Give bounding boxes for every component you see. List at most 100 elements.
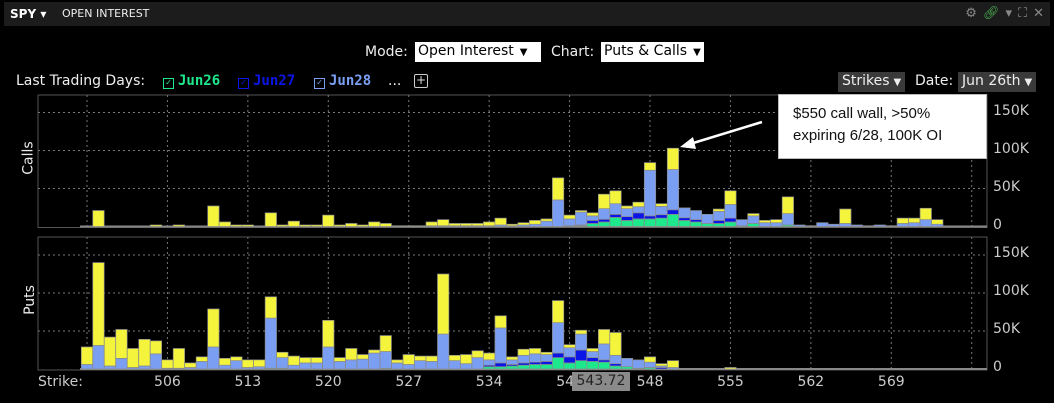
calls-bar-other-535 xyxy=(494,217,507,226)
calls-bar-other-555 xyxy=(724,190,737,205)
puts-bar-jun28-544 xyxy=(597,343,611,361)
puts-bar-other-501 xyxy=(103,336,117,367)
calls-bar-jun26-550 xyxy=(666,213,680,227)
calls-bar-jun26-547 xyxy=(632,218,645,227)
puts-bar-other-506 xyxy=(161,359,174,369)
puts-bar-jun28-538 xyxy=(529,353,542,363)
calls-bar-jun28-553 xyxy=(701,213,714,224)
puts-bar-other-531 xyxy=(448,354,461,361)
calls-bar-jun28-539 xyxy=(540,220,553,227)
puts-bar-jun27-539 xyxy=(540,361,553,365)
puts-bar-other-542 xyxy=(575,329,588,335)
puts-bar-jun28-519 xyxy=(310,362,323,370)
calls-bar-jun28-568 xyxy=(873,224,886,227)
puts-bar-jun28-536 xyxy=(506,359,519,365)
calls-bar-other-516 xyxy=(276,224,289,227)
puts-bar-jun27-541 xyxy=(563,356,576,364)
puts-bar-jun28-525 xyxy=(379,351,392,369)
calls-bar-other-529 xyxy=(425,221,438,227)
calls-bar-jun28-547 xyxy=(632,206,645,214)
puts-bar-other-520 xyxy=(322,320,335,348)
calls-bar-other-554 xyxy=(712,208,725,212)
calls-bar-other-557 xyxy=(747,213,760,217)
calls-bar-jun26-552 xyxy=(689,221,703,227)
puts-bar-jun28-516 xyxy=(276,357,289,369)
calls-bar-other-539 xyxy=(540,218,553,222)
calls-bar-jun28-544 xyxy=(597,208,611,220)
puts-bar-jun28-534 xyxy=(483,359,496,366)
strike-tick-label: 506 xyxy=(154,374,181,390)
puts-y-tick: 150K xyxy=(993,245,1029,261)
puts-bar-other-543 xyxy=(586,348,599,352)
calls-bar-jun28-554 xyxy=(712,210,725,221)
calls-bar-jun28-569 xyxy=(885,225,898,227)
calls-bar-jun28-556 xyxy=(735,219,748,227)
puts-bar-other-502 xyxy=(115,329,128,359)
puts-bar-other-521 xyxy=(333,357,346,362)
calls-bar-other-513 xyxy=(241,224,254,227)
puts-bar-other-511 xyxy=(218,358,231,366)
puts-bar-jun28-539 xyxy=(540,354,553,362)
puts-bar-other-534 xyxy=(483,352,496,361)
puts-bar-other-532 xyxy=(460,354,473,365)
puts-bar-other-544 xyxy=(597,329,611,345)
calls-bar-jun28-543 xyxy=(586,215,599,221)
puts-bar-jun27-540 xyxy=(552,352,565,358)
annotation-callout: $550 call wall, >50% expiring 6/28, 100K… xyxy=(778,94,987,159)
puts-bar-other-517 xyxy=(287,355,300,366)
puts-bar-jun28-542 xyxy=(575,333,588,351)
puts-bar-jun28-541 xyxy=(563,347,576,358)
puts-bar-other-499 xyxy=(80,346,94,365)
puts-bar-jun28-533 xyxy=(471,357,484,370)
puts-bar-other-512 xyxy=(230,356,243,361)
puts-bar-jun28-546 xyxy=(620,358,634,368)
puts-bar-other-522 xyxy=(345,348,358,361)
puts-bar-jun28-518 xyxy=(299,362,312,370)
calls-bar-jun28-566 xyxy=(850,224,863,227)
annotation-line: $550 call wall, >50% xyxy=(793,105,931,122)
calls-bar-jun28-567 xyxy=(862,225,875,227)
calls-y-tick: 0 xyxy=(993,217,1002,233)
calls-bar-jun28-546 xyxy=(620,208,634,217)
strike-tick-label: 555 xyxy=(717,374,744,390)
puts-bar-other-549 xyxy=(655,363,668,367)
annotation-line: expiring 6/28, 100K OI xyxy=(793,127,943,144)
puts-y-tick: 100K xyxy=(993,283,1029,299)
calls-bar-other-517 xyxy=(287,220,300,227)
calls-bar-jun28-558 xyxy=(758,222,771,227)
calls-bar-other-519 xyxy=(310,224,323,227)
calls-bar-other-500 xyxy=(92,210,105,227)
calls-bar-other-560 xyxy=(781,196,794,214)
puts-bar-jun28-512 xyxy=(230,360,243,370)
calls-bar-other-533 xyxy=(471,223,484,227)
puts-bar-jun28-515 xyxy=(264,317,277,369)
calls-bar-jun27-545 xyxy=(609,213,622,218)
calls-bar-other-546 xyxy=(620,205,634,209)
calls-bar-other-542 xyxy=(575,210,588,213)
calls-bar-other-573 xyxy=(931,219,944,225)
strike-tick-label: 548 xyxy=(636,374,664,390)
puts-bar-other-504 xyxy=(138,339,151,367)
calls-bar-other-531 xyxy=(448,223,461,227)
puts-bar-jun28-505 xyxy=(149,353,162,370)
puts-bar-other-514 xyxy=(253,359,266,368)
calls-bar-jun27-548 xyxy=(643,215,657,220)
puts-bar-jun28-526 xyxy=(391,362,404,370)
calls-bar-other-558 xyxy=(758,220,771,224)
puts-bar-other-525 xyxy=(379,335,392,352)
strike-tick-label: 534 xyxy=(475,374,503,390)
open-interest-chart xyxy=(37,94,988,371)
puts-bar-jun26-543 xyxy=(586,361,599,370)
puts-bar-jun26-544 xyxy=(597,361,611,370)
puts-bar-jun28-499 xyxy=(80,364,94,370)
calls-bar-jun27-555 xyxy=(724,217,737,223)
calls-bar-other-536 xyxy=(506,223,519,227)
calls-bar-jun26-555 xyxy=(724,221,737,227)
calls-bar-other-524 xyxy=(368,221,381,227)
puts-bar-other-519 xyxy=(310,357,323,364)
puts-bar-other-537 xyxy=(517,348,530,356)
calls-bar-other-528 xyxy=(414,225,427,227)
calls-bar-jun26-548 xyxy=(643,218,657,227)
calls-bar-jun27-549 xyxy=(655,214,668,219)
calls-bar-other-541 xyxy=(563,214,576,220)
